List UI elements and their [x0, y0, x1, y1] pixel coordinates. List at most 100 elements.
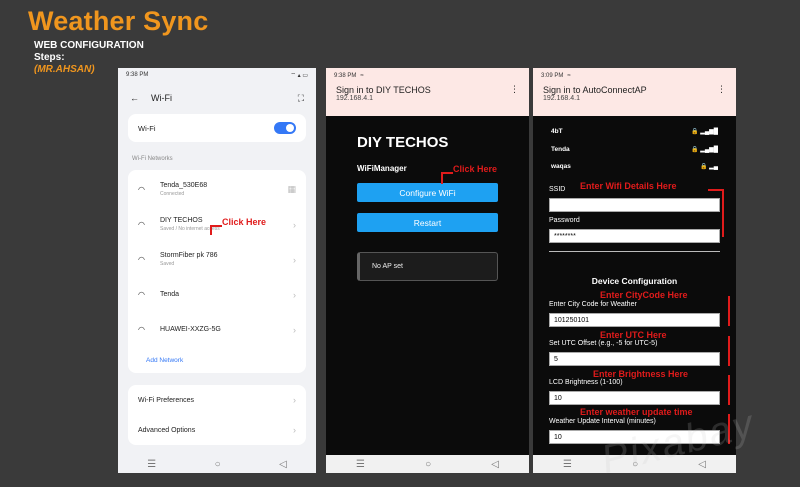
chevron-right-icon: ›: [293, 425, 296, 435]
advanced-options-row[interactable]: Advanced Options ›: [128, 415, 306, 445]
phone-wifi-settings: 9:38 PM ⌔ ▴ ▭ ← Wi-Fi ⛶ Wi-Fi Wi-Fi Netw…: [118, 68, 316, 473]
captive-portal-header: 3:09 PM ≈ Sign in to AutoConnectAP ⋮ 192…: [533, 68, 736, 116]
annotation-bracket: [722, 189, 724, 237]
status-time: 9:38 PM: [126, 72, 149, 78]
back-icon[interactable]: ◁: [279, 459, 287, 470]
subtitle-line-1: WEB CONFIGURATION: [34, 40, 144, 51]
portal-title-row: Sign in to DIY TECHOS ⋮: [326, 84, 529, 95]
network-row[interactable]: ◠ HUAWEI-XXZG-5G ›: [128, 312, 306, 347]
network-row[interactable]: ◠ StormFiber pk 786 Saved ›: [128, 242, 306, 277]
brightness-input[interactable]: 10: [549, 391, 720, 405]
network-name: HUAWEI-XXZG-5G: [160, 326, 221, 333]
back-arrow-icon[interactable]: ←: [130, 93, 139, 103]
qr-share-icon[interactable]: ▦: [287, 184, 296, 195]
app-bar: ← Wi-Fi ⛶: [118, 82, 316, 114]
network-name: Tenda_530E68 Connected: [160, 181, 208, 197]
annotation-bracket: [708, 189, 724, 191]
network-row[interactable]: ◠ Tenda_530E68 Connected ▦: [128, 172, 306, 207]
recents-icon[interactable]: ☰: [356, 459, 365, 470]
network-row[interactable]: ◠ Tenda ›: [128, 277, 306, 312]
portal-heading: DIY TECHOS: [357, 134, 449, 151]
ap-list-item[interactable]: Tenda 🔒 ▂▄▆█: [551, 146, 718, 153]
annotation-weather-update: Enter weather update time: [580, 407, 693, 417]
add-network-link[interactable]: Add Network: [128, 347, 306, 373]
wifi-toggle-card: Wi-Fi: [128, 114, 306, 142]
utc-offset-label: Set UTC Offset (e.g., -5 for UTC-5): [549, 340, 658, 347]
device-config-heading: Device Configuration: [591, 276, 678, 286]
annotation-brightness: Enter Brightness Here: [593, 369, 689, 379]
menu-icon[interactable]: ⋮: [510, 84, 519, 95]
wifi-preferences-label: Wi-Fi Preferences: [138, 396, 195, 404]
home-icon[interactable]: ○: [425, 459, 431, 470]
annotation-arrow: [210, 225, 212, 235]
ap-list-item[interactable]: waqas 🔒 ▂▄: [551, 163, 718, 170]
wifi-signal-icon: ◠: [138, 325, 145, 334]
chevron-right-icon: ›: [293, 324, 296, 335]
ssid-input[interactable]: [549, 198, 720, 212]
network-name: StormFiber pk 786 Saved: [160, 251, 218, 267]
networks-section-label: Wi-Fi Networks: [132, 156, 173, 162]
scan-qr-icon[interactable]: ⛶: [298, 93, 304, 104]
annotation-click-here-wifi: Click Here: [222, 217, 267, 227]
chevron-right-icon: ›: [293, 254, 296, 265]
portal-title: Sign in to DIY TECHOS: [336, 84, 431, 95]
chevron-right-icon: ›: [293, 219, 296, 230]
wifi-toggle-row[interactable]: Wi-Fi: [128, 114, 306, 142]
menu-icon[interactable]: ⋮: [717, 84, 726, 95]
ap-ssid: Tenda: [551, 146, 570, 153]
utc-offset-input[interactable]: 5: [549, 352, 720, 366]
ap-list-item[interactable]: 4bT 🔒 ▂▄▆█: [551, 128, 718, 135]
password-input[interactable]: ********: [549, 229, 720, 243]
status-box: No AP set: [357, 252, 498, 281]
status-bar: 9:38 PM ≈: [326, 68, 529, 84]
status-icons: ⌔ ▴ ▭: [290, 73, 308, 79]
city-code-input[interactable]: 101250101: [549, 313, 720, 327]
lock-signal-icon: 🔒 ▂▄▆█: [691, 147, 718, 153]
configure-wifi-button[interactable]: Configure WiFi: [357, 183, 498, 202]
update-interval-label: Weather Update Interval (minutes): [549, 418, 656, 425]
status-bar: 9:38 PM ⌔ ▴ ▭: [118, 68, 316, 82]
recents-icon[interactable]: ☰: [147, 459, 156, 470]
advanced-options-label: Advanced Options: [138, 426, 196, 434]
home-icon[interactable]: ○: [215, 459, 221, 470]
app-bar-title: Wi-Fi: [151, 93, 172, 103]
password-label: Password: [549, 217, 580, 224]
annotation-arrow: [441, 172, 443, 184]
wifi-toggle-switch[interactable]: [274, 122, 296, 134]
restart-button[interactable]: Restart: [357, 213, 498, 232]
lock-signal-icon: 🔒 ▂▄▆█: [691, 129, 718, 135]
status-icons: ≈: [360, 73, 364, 79]
ssid-label: SSID: [549, 186, 566, 193]
ap-ssid: waqas: [551, 163, 571, 170]
wifi-signal-icon: ◠: [138, 220, 145, 229]
wifi-signal-icon: ◠: [138, 255, 145, 264]
networks-list: ◠ Tenda_530E68 Connected ▦ ◠ DIY TECHOS Sa…: [128, 170, 306, 373]
portal-title-row: Sign in to AutoConnectAP ⋮: [533, 84, 736, 95]
portal-ip: 192.168.4.1: [543, 95, 580, 102]
page-subtitle: WEB CONFIGURATION Steps:: [34, 40, 144, 64]
status-time: 3:09 PM: [541, 73, 564, 79]
recents-icon[interactable]: ☰: [563, 459, 572, 470]
city-code-label: Enter City Code for Weather: [549, 301, 637, 308]
system-nav-bar: ☰ ○ ◁: [326, 455, 529, 473]
author-label: (MR.AHSAN): [34, 64, 95, 75]
annotation-bracket: [728, 336, 730, 366]
wifi-signal-icon: ◠: [138, 185, 145, 194]
annotation-bracket: [728, 296, 730, 326]
subtitle-line-2: Steps:: [34, 52, 65, 63]
network-name: Tenda: [160, 291, 180, 298]
annotation-city-code: Enter CityCode Here: [600, 290, 688, 300]
preferences-card: Wi-Fi Preferences › Advanced Options ›: [128, 385, 306, 445]
brightness-label: LCD Brightness (1-100): [549, 379, 623, 386]
wifi-toggle-label: Wi-Fi: [138, 123, 156, 133]
ap-ssid: 4bT: [551, 128, 563, 135]
portal-title: Sign in to AutoConnectAP: [543, 84, 647, 95]
divider: [549, 251, 720, 252]
annotation-click-here-configure: Click Here: [453, 164, 498, 174]
system-nav-bar: ☰ ○ ◁: [118, 455, 316, 473]
status-icons: ≈: [567, 73, 571, 79]
lock-signal-icon: 🔒 ▂▄: [699, 164, 718, 170]
wifi-preferences-row[interactable]: Wi-Fi Preferences ›: [128, 385, 306, 415]
portal-ip: 192.168.4.1: [336, 95, 373, 102]
back-icon[interactable]: ◁: [491, 459, 499, 470]
